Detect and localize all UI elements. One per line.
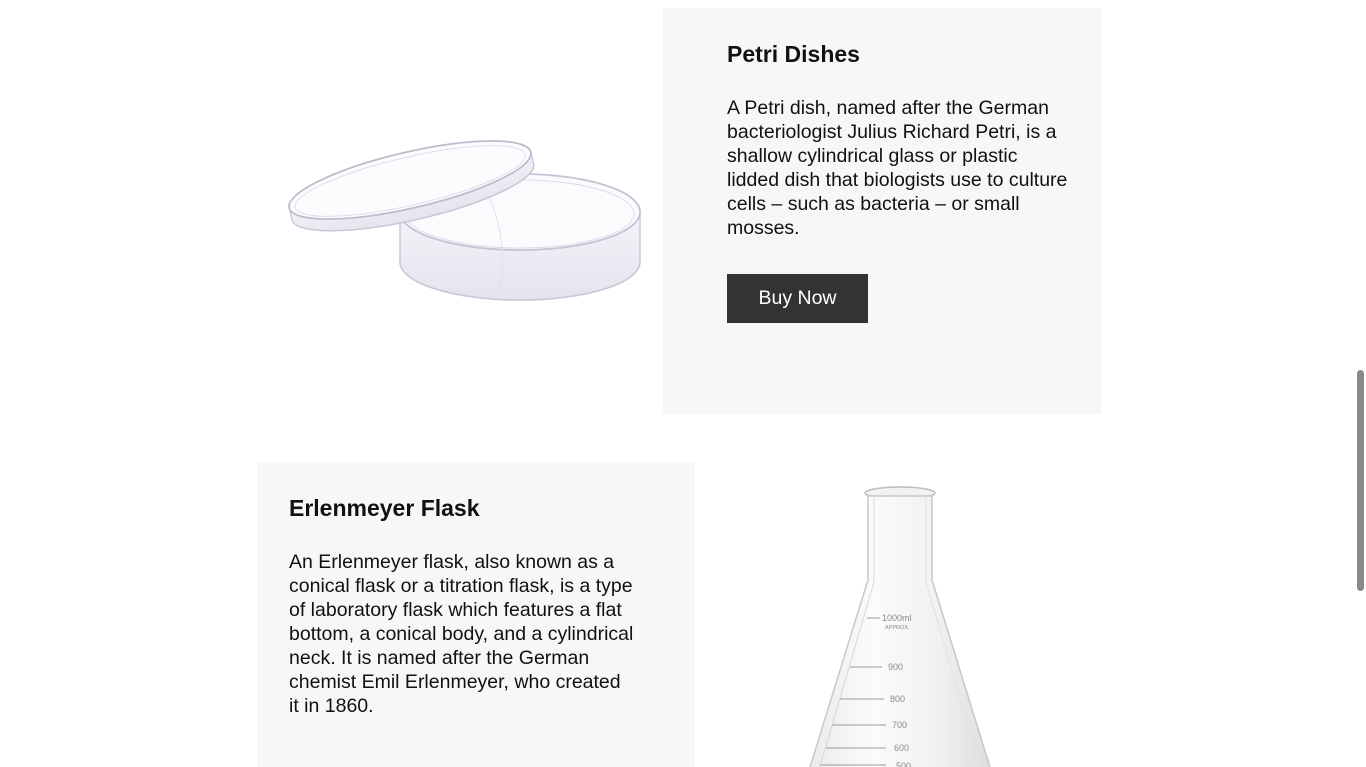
flask-capacity-label: 1000ml bbox=[882, 613, 912, 623]
product-description: An Erlenmeyer flask, also known as a con… bbox=[289, 551, 634, 717]
product-card-erlenmeyer-flask: Erlenmeyer Flask An Erlenmeyer flask, al… bbox=[257, 462, 695, 767]
erlenmeyer-flask-image: 1000ml APPROX. 900 800 700 600 500 bbox=[790, 480, 1010, 767]
product-description: A Petri dish, named after the German bac… bbox=[727, 97, 1068, 239]
product-title: Petri Dishes bbox=[727, 41, 860, 67]
scrollbar-thumb[interactable] bbox=[1357, 370, 1364, 591]
flask-graduation-label: 600 bbox=[894, 743, 909, 753]
flask-approx-label: APPROX. bbox=[885, 625, 910, 631]
buy-now-button[interactable]: Buy Now bbox=[727, 274, 868, 323]
product-page: Petri Dishes A Petri dish, named after t… bbox=[0, 0, 1366, 767]
flask-graduation-label: 900 bbox=[888, 662, 903, 672]
petri-dish-image bbox=[270, 110, 645, 310]
product-card-petri-dishes: Petri Dishes A Petri dish, named after t… bbox=[663, 8, 1101, 414]
product-title: Erlenmeyer Flask bbox=[289, 495, 480, 521]
flask-graduation-label: 700 bbox=[892, 720, 907, 730]
flask-graduation-label: 800 bbox=[890, 694, 905, 704]
flask-graduation-label: 500 bbox=[896, 761, 911, 767]
scrollbar[interactable] bbox=[1355, 0, 1366, 767]
